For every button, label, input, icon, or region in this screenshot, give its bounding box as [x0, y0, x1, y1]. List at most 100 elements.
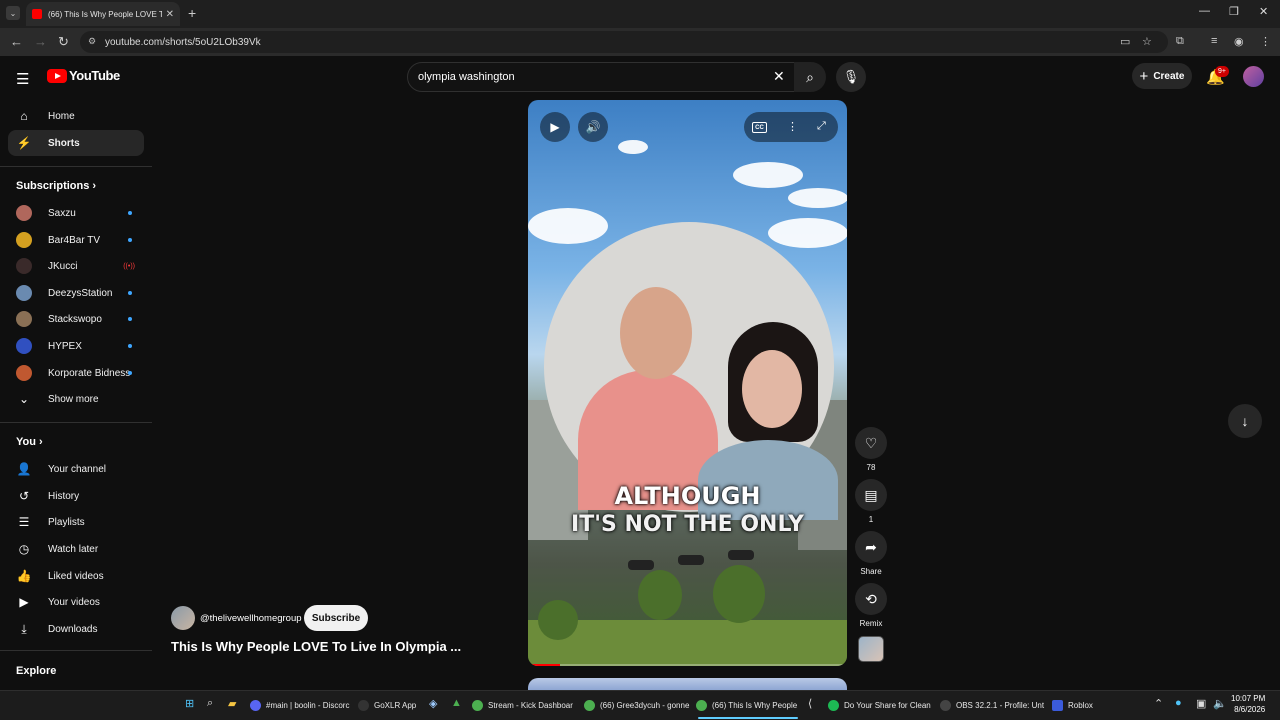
sidebar-item-history[interactable]: ↺ History: [8, 483, 144, 509]
subscription-item[interactable]: HYPEX: [8, 333, 144, 359]
file-explorer-icon[interactable]: ▰: [228, 697, 236, 710]
reload-icon[interactable]: ↻: [58, 34, 69, 50]
progress-bar[interactable]: [528, 664, 847, 666]
sidebar-item-liked-videos[interactable]: 👍 Liked videos: [8, 563, 144, 589]
subscribe-button[interactable]: Subscribe: [304, 605, 368, 631]
sidebar-item-downloads[interactable]: ⤓ Downloads: [8, 616, 144, 642]
discord-icon: [250, 699, 261, 711]
create-button[interactable]: + Create: [1132, 63, 1192, 89]
taskbar-item[interactable]: Roblox: [1052, 697, 1093, 713]
search-button[interactable]: ⌕: [794, 62, 826, 92]
tab-search-button[interactable]: ⌄: [6, 6, 20, 20]
shorts-video-player[interactable]: ALTHOUGH IT'S NOT THE ONLY ▶ 🔊 CC ⋮ ⤢: [528, 100, 847, 666]
taskbar-search-icon[interactable]: ⌕: [207, 697, 213, 710]
car: [728, 550, 754, 560]
minimize-icon[interactable]: —: [1199, 5, 1210, 17]
browser-menu-icon[interactable]: ⋮: [1260, 35, 1271, 48]
sidebar-item-shorts[interactable]: ⚡ Shorts: [8, 130, 144, 156]
comments-button[interactable]: ▤: [855, 479, 887, 511]
search-input[interactable]: olympia washington: [407, 62, 797, 92]
cloud: [768, 218, 847, 248]
subscription-item[interactable]: Bar4Bar TV: [8, 227, 144, 253]
tray-chevron-up-icon[interactable]: ⌃: [1154, 697, 1163, 710]
sidebar-item-your-videos[interactable]: ▶ Your videos: [8, 589, 144, 615]
clear-search-icon[interactable]: ✕: [773, 68, 785, 85]
spotify-icon: [828, 699, 839, 711]
remix-button[interactable]: ⟲: [855, 583, 887, 615]
heart-icon: ♡: [864, 434, 878, 451]
sidebar-item-label: Your channel: [48, 463, 107, 475]
extensions-icon[interactable]: ⧉: [1176, 35, 1184, 48]
bookmark-star-icon[interactable]: ☆: [1142, 35, 1152, 48]
create-label: Create: [1153, 70, 1185, 82]
sidebar-item-playlists[interactable]: ☰ Playlists: [8, 509, 144, 535]
channel-avatar: [16, 232, 32, 248]
app-icon[interactable]: ⟨: [808, 697, 812, 710]
new-tab-button[interactable]: +: [188, 5, 196, 21]
arrow-down-icon: ↓: [1241, 413, 1249, 429]
taskbar-item[interactable]: Do Your Share for Clean: [828, 697, 931, 713]
next-video-button[interactable]: ↓: [1228, 404, 1262, 438]
close-window-icon[interactable]: ✕: [1259, 5, 1268, 18]
taskbar-item[interactable]: #main | boolin - Discorc: [250, 697, 349, 713]
taskbar-item[interactable]: (66) Gree3dycuh - gonne: [584, 697, 689, 713]
sidebar-item-your-channel[interactable]: 👤 Your channel: [8, 456, 144, 482]
voice-search-button[interactable]: 🎙: [836, 62, 866, 92]
you-heading[interactable]: You ›: [16, 436, 43, 448]
guide-menu-icon[interactable]: ☰: [16, 70, 30, 88]
next-short-preview[interactable]: [528, 678, 847, 690]
windows-start-icon[interactable]: ⊞: [185, 697, 194, 710]
more-options-icon[interactable]: ⋮: [787, 120, 798, 133]
play-button[interactable]: ▶: [540, 112, 570, 142]
volume-tray-icon[interactable]: 🔈: [1213, 697, 1227, 710]
browser-tab[interactable]: (66) This Is Why People LOVE To ✕: [26, 2, 180, 26]
taskbar-item-label: GoXLR App: [374, 700, 417, 710]
show-more-button[interactable]: ⌄ Show more: [8, 386, 144, 412]
restore-icon[interactable]: ❐: [1229, 5, 1239, 18]
youtube-logo[interactable]: YouTube: [47, 68, 120, 83]
taskbar-item-label: Stream - Kick Dashboar: [488, 700, 573, 710]
sidebar-item-watch-later[interactable]: ◷ Watch later: [8, 536, 144, 562]
back-icon[interactable]: ←: [10, 34, 23, 49]
subscription-item[interactable]: DeezysStation: [8, 280, 144, 306]
url-bar[interactable]: youtube.com/shorts/5oU2LOb39Vk: [80, 31, 1168, 53]
logo-text: YouTube: [69, 68, 120, 83]
steam-icon[interactable]: ◈: [429, 697, 437, 710]
taskbar-item-active[interactable]: (66) This Is Why People: [696, 697, 797, 713]
playlists-icon: ☰: [18, 515, 30, 529]
channel-thumbnail[interactable]: [858, 636, 884, 662]
system-clock[interactable]: 10:07 PM 8/6/2026: [1231, 693, 1265, 715]
volume-button[interactable]: 🔊: [578, 112, 608, 142]
captions-icon[interactable]: CC: [752, 122, 767, 133]
tray-mic-icon[interactable]: ●: [1175, 697, 1182, 709]
subscription-item[interactable]: JKucci ((•)): [8, 253, 144, 279]
share-button[interactable]: ➦: [855, 531, 887, 563]
site-info-icon[interactable]: ⚙: [88, 36, 96, 47]
taskbar-item[interactable]: GoXLR App: [358, 697, 416, 713]
install-app-icon[interactable]: ▭: [1120, 35, 1130, 48]
sidebar-item-home[interactable]: ⌂ Home: [8, 103, 144, 129]
account-avatar[interactable]: [1243, 66, 1264, 87]
channel-handle[interactable]: @thelivewellhomegroup: [200, 613, 302, 624]
play-icon: ▶: [550, 120, 560, 134]
channel-avatar: [16, 285, 32, 301]
close-tab-icon[interactable]: ✕: [166, 9, 174, 20]
subscription-item[interactable]: Korporate Bidness: [8, 360, 144, 386]
like-button[interactable]: ♡: [855, 427, 887, 459]
history-icon: ↺: [18, 489, 30, 503]
subscription-item[interactable]: Stackswopo: [8, 306, 144, 332]
subscriptions-heading[interactable]: Subscriptions ›: [16, 180, 96, 192]
fullscreen-icon[interactable]: ⤢: [817, 120, 826, 133]
taskbar-item[interactable]: Stream - Kick Dashboar: [472, 697, 573, 713]
chrome-icon: [696, 699, 707, 711]
forward-icon[interactable]: →: [34, 34, 47, 49]
volume-icon: 🔊: [585, 120, 601, 134]
app-icon[interactable]: ▲: [451, 697, 462, 709]
channel-avatar[interactable]: [171, 606, 195, 630]
media-control-icon[interactable]: ≡: [1211, 35, 1217, 47]
video-title[interactable]: This Is Why People LOVE To Live In Olymp…: [171, 639, 461, 654]
profile-icon[interactable]: ◉: [1234, 35, 1244, 48]
taskbar-item[interactable]: OBS 32.2.1 - Profile: Unt: [940, 697, 1044, 713]
subscription-item[interactable]: Saxzu: [8, 200, 144, 226]
network-icon[interactable]: ▣: [1196, 697, 1206, 710]
